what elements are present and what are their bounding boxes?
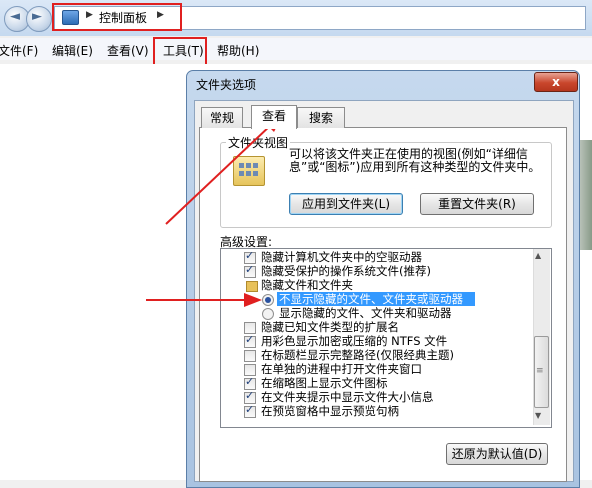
list-item[interactable]: 在预览窗格中显示预览句柄 [261,404,399,418]
forward-button[interactable]: ► [26,6,52,32]
menu-file[interactable]: 文件(F) [0,42,38,59]
radio-button[interactable] [262,294,274,306]
list-item: 隐藏文件和文件夹 [261,278,353,292]
folder-icon [246,281,258,292]
checkbox[interactable] [244,350,256,362]
menu-help[interactable]: 帮助(H) [217,42,259,59]
tab-view[interactable]: 查看 [251,105,297,129]
folder-view-icon [233,156,265,186]
radio-button[interactable] [262,308,274,320]
forward-arrow-icon: ► [32,9,42,24]
annotation-highlight-box [52,3,182,31]
folder-view-label: 文件夹视图 [226,134,291,151]
back-arrow-icon: ◄ [10,9,20,24]
tab-general[interactable]: 常规 [201,107,243,128]
list-item[interactable]: 隐藏已知文件类型的扩展名 [261,320,399,334]
close-button[interactable]: x [534,72,578,92]
list-item[interactable]: 用彩色显示加密或压缩的 NTFS 文件 [261,334,447,348]
scroll-up-icon[interactable]: ▲ [535,251,541,260]
restore-defaults-button[interactable]: 还原为默认值(D) [446,443,548,465]
list-item[interactable]: 隐藏计算机文件夹中的空驱动器 [261,250,422,264]
folder-view-description: 可以将该文件夹正在使用的视图(例如“详细信息”或“图标”)应用到所有这种类型的文… [289,147,541,174]
list-item[interactable]: 显示隐藏的文件、文件夹和驱动器 [279,306,452,320]
list-item-selected[interactable]: 不显示隐藏的文件、文件夹或驱动器 [279,292,463,306]
desktop-gadget [578,140,592,250]
checkbox[interactable] [244,403,256,418]
checkbox[interactable] [244,333,256,348]
tab-search[interactable]: 搜索 [297,107,345,128]
list-item[interactable]: 在标题栏显示完整路径(仅限经典主题) [261,348,454,362]
list-item[interactable]: 在缩略图上显示文件图标 [261,376,388,390]
dialog-title: 文件夹选项 [196,78,257,92]
reset-folders-button[interactable]: 重置文件夹(R) [420,193,534,215]
menu-edit[interactable]: 编辑(E) [52,42,93,59]
list-item[interactable]: 隐藏受保护的操作系统文件(推荐) [261,264,431,278]
scrollbar-grip-icon: ≡ [536,366,544,376]
checkbox[interactable] [244,263,256,278]
apply-to-folders-button[interactable]: 应用到文件夹(L) [289,193,403,215]
close-icon: x [552,75,560,89]
list-item[interactable]: 在文件夹提示中显示文件大小信息 [261,390,434,404]
scroll-down-icon[interactable]: ▼ [535,411,541,420]
list-item[interactable]: 在单独的进程中打开文件夹窗口 [261,362,422,376]
menu-view[interactable]: 查看(V) [107,42,149,59]
